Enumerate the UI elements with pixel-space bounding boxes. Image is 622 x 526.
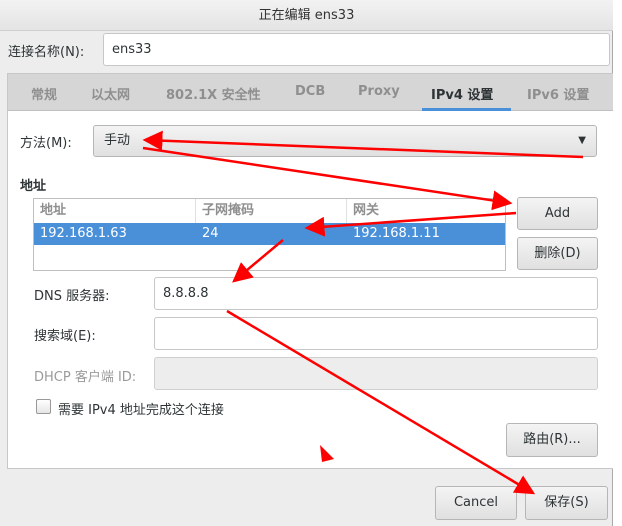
netmask-cell[interactable]: 24 [196,223,219,245]
tab-ipv6-settings[interactable]: IPv6 设置 [527,84,589,103]
tab-8021x-security[interactable]: 802.1X 安全性 [166,84,261,103]
addresses-heading: 地址 [20,179,47,194]
method-label: 方法(M): [20,136,72,151]
tab-ipv4-settings[interactable]: IPv4 设置 [431,84,493,103]
tab-ethernet[interactable]: 以太网 [91,84,130,103]
method-dropdown[interactable]: 手动 ▼ [93,125,597,157]
tab-general[interactable]: 常规 [31,84,57,103]
method-value: 手动 [104,133,131,148]
column-header-gateway[interactable]: 网关 [347,199,505,223]
active-tab-indicator [422,108,511,111]
column-header-netmask[interactable]: 子网掩码 [196,199,347,223]
require-ipv4-label[interactable]: 需要 IPv4 地址完成这个连接 [58,399,224,418]
delete-button[interactable]: 删除(D) [517,237,598,270]
table-row[interactable]: 192.168.1.63 24 192.168.1.11 [34,223,505,245]
addresses-table: 地址 子网掩码 网关 192.168.1.63 24 192.168.1.11 [33,198,506,271]
column-header-address[interactable]: 地址 [34,199,196,223]
tab-bar: 常规 以太网 802.1X 安全性 DCB Proxy IPv4 设置 IPv6… [8,74,613,111]
dns-label: DNS 服务器: [34,289,110,304]
gateway-cell[interactable]: 192.168.1.11 [347,223,440,245]
chevron-down-icon: ▼ [578,135,586,146]
save-button[interactable]: 保存(S) [525,486,608,520]
dhcp-client-id-input [154,357,598,390]
search-domain-input[interactable] [154,317,598,350]
tab-proxy[interactable]: Proxy [358,84,400,99]
tab-dcb[interactable]: DCB [295,84,325,99]
routes-button[interactable]: 路由(R)... [506,423,598,457]
require-ipv4-checkbox[interactable] [36,399,51,414]
address-cell[interactable]: 192.168.1.63 [34,223,127,245]
window-title: 正在编辑 ens33 [0,0,613,31]
search-domain-label: 搜索域(E): [34,329,96,344]
cancel-button[interactable]: Cancel [435,486,517,520]
dhcp-client-id-label: DHCP 客户端 ID: [34,370,137,385]
connection-name-input[interactable]: ens33 [103,33,610,66]
background-window-edge [613,0,622,526]
settings-notebook: 常规 以太网 802.1X 安全性 DCB Proxy IPv4 设置 IPv6… [7,73,614,469]
add-button[interactable]: Add [517,197,598,230]
connection-name-label: 连接名称(N): [8,45,85,60]
dns-input[interactable]: 8.8.8.8 [154,277,598,310]
edit-connection-dialog: 正在编辑 ens33 连接名称(N): ens33 常规 以太网 802.1X … [0,0,614,526]
